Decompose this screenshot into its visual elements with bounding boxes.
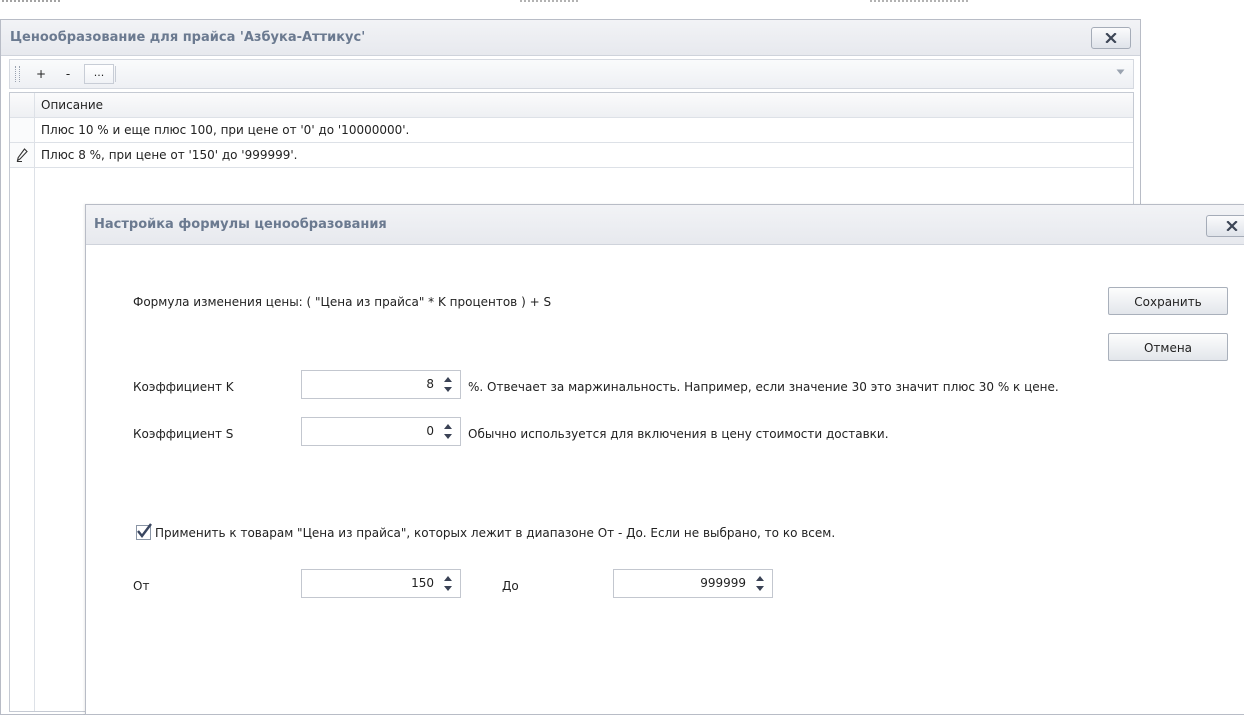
formula-dialog-close-button[interactable]	[1206, 215, 1244, 237]
checkmark-icon	[137, 523, 152, 538]
table-cell-description[interactable]: Плюс 10 % и еще плюс 100, при цене от '0…	[41, 123, 409, 137]
pricing-window-close-button[interactable]	[1091, 27, 1131, 49]
formula-dialog-titlebar[interactable]: Настройка формулы ценообразования	[86, 205, 1244, 245]
grid-indicator-column	[10, 168, 35, 711]
close-icon	[1225, 221, 1238, 231]
cancel-button[interactable]: Отмена	[1108, 333, 1228, 361]
background-window-fragment	[0, 0, 1244, 6]
formula-dialog-title: Настройка формулы ценообразования	[94, 217, 387, 232]
close-icon	[1105, 33, 1117, 43]
from-value[interactable]: 150	[411, 576, 434, 590]
to-value[interactable]: 999999	[700, 576, 746, 590]
table-cell-description[interactable]: Плюс 8 %, при цене от '150' до '999999'.	[41, 148, 298, 162]
grid-toolbar: + - ...	[9, 59, 1134, 89]
formula-description: Формула изменения цены: ( "Цена из прайс…	[133, 295, 552, 309]
coefficient-s-label: Коэффициент S	[133, 427, 234, 441]
grid-header-row: Описание	[10, 93, 1133, 118]
coefficient-s-spinner[interactable]: 0	[301, 417, 461, 446]
coefficient-k-hint: %. Отвечает за маржинальность. Например,…	[468, 380, 1059, 394]
from-spinner[interactable]: 150	[301, 569, 461, 598]
from-label: От	[133, 579, 150, 593]
column-header-description[interactable]: Описание	[41, 98, 103, 112]
pricing-window-title: Ценообразование для прайса 'Азбука-Аттик…	[10, 30, 366, 45]
save-button[interactable]: Сохранить	[1108, 287, 1228, 315]
coefficient-k-value[interactable]: 8	[426, 377, 434, 391]
to-label: До	[502, 579, 519, 593]
toolbar-grip-handle[interactable]	[15, 66, 20, 82]
range-checkbox[interactable]	[136, 523, 152, 540]
add-row-button[interactable]: +	[30, 64, 52, 84]
spin-arrows-icon[interactable]	[440, 573, 456, 594]
spin-arrows-icon[interactable]	[752, 573, 768, 594]
pencil-edit-icon	[16, 148, 28, 162]
spin-arrows-icon[interactable]	[440, 374, 456, 395]
coefficient-s-value[interactable]: 0	[426, 424, 434, 438]
toolbar-overflow-chevron-icon[interactable]	[1116, 69, 1125, 75]
remove-row-button[interactable]: -	[58, 64, 78, 84]
row-indicator[interactable]	[10, 143, 35, 167]
range-checkbox-label[interactable]: Применить к товарам "Цена из прайса", ко…	[155, 526, 835, 540]
spin-arrows-icon[interactable]	[440, 421, 456, 442]
grid-header-indicator	[10, 93, 35, 117]
table-row[interactable]: Плюс 10 % и еще плюс 100, при цене от '0…	[10, 118, 1133, 143]
coefficient-k-spinner[interactable]: 8	[301, 370, 461, 399]
row-indicator[interactable]	[10, 118, 35, 142]
edit-row-button[interactable]: ...	[84, 64, 114, 84]
coefficient-s-hint: Обычно используется для включения в цену…	[468, 427, 889, 441]
coefficient-k-label: Коэффициент K	[133, 380, 234, 394]
to-spinner[interactable]: 999999	[613, 569, 773, 598]
table-row[interactable]: Плюс 8 %, при цене от '150' до '999999'.	[10, 143, 1133, 168]
pricing-window-titlebar[interactable]: Ценообразование для прайса 'Азбука-Аттик…	[1, 20, 1140, 56]
formula-settings-dialog: Настройка формулы ценообразования Формул…	[85, 204, 1244, 715]
toolbar-separator	[115, 66, 116, 82]
